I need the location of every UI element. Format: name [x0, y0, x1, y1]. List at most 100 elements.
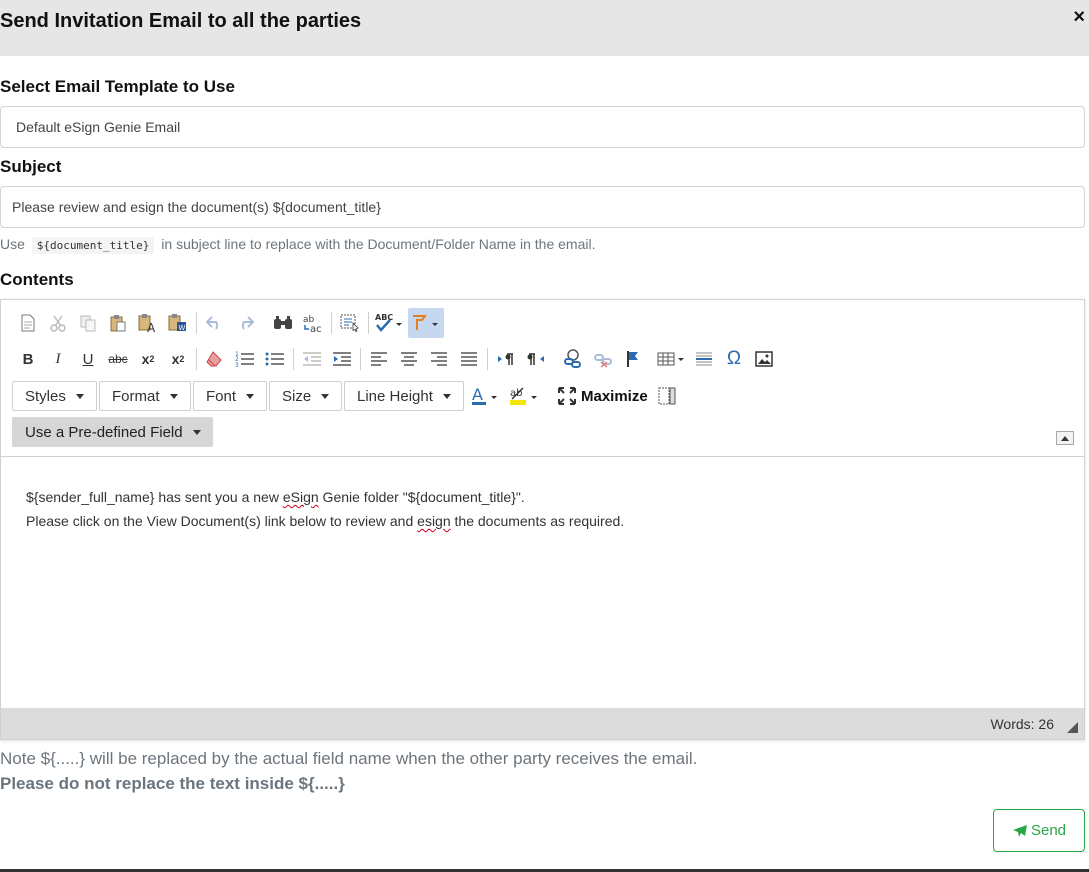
table-icon[interactable] [655, 344, 689, 374]
special-char-icon[interactable]: Ω [719, 344, 749, 374]
subscript-icon[interactable]: x2 [133, 344, 163, 374]
size-dropdown[interactable]: Size [269, 381, 343, 411]
misspelled-word: esign [417, 513, 451, 529]
misspelled-word: eSign [282, 489, 319, 505]
send-button[interactable]: Send [993, 809, 1085, 852]
svg-text:A: A [472, 385, 483, 404]
close-icon[interactable]: × [1073, 6, 1085, 29]
justify-icon[interactable] [454, 344, 484, 374]
bulleted-list-icon[interactable] [260, 344, 290, 374]
content-line-2: Please click on the View Document(s) lin… [26, 509, 1059, 533]
unlink-icon[interactable] [588, 344, 618, 374]
paste-icon[interactable] [103, 308, 133, 338]
template-label: Select Email Template to Use [0, 77, 235, 96]
bold-icon[interactable]: B [13, 344, 43, 374]
chevron-down-icon [321, 393, 330, 399]
modal-title: Send Invitation Email to all the parties [0, 10, 362, 32]
find-icon[interactable] [268, 308, 298, 338]
underline-icon[interactable]: U [73, 344, 103, 374]
format-label: Format [112, 387, 160, 405]
ltr-icon[interactable] [491, 344, 521, 374]
paste-text-icon[interactable]: A [133, 308, 163, 338]
styles-label: Styles [25, 387, 66, 405]
toolbar-separator [368, 312, 369, 334]
subject-label: Subject [0, 157, 62, 176]
toolbar-separator [293, 348, 294, 370]
select-all-icon[interactable] [335, 308, 365, 338]
word-count: Words: 26 [990, 716, 1054, 732]
remove-format-icon[interactable] [200, 344, 230, 374]
maximize-icon [558, 387, 576, 405]
spellcheck-icon[interactable]: ABC [372, 308, 408, 338]
maximize-button[interactable]: Maximize [557, 381, 648, 411]
superscript-icon[interactable]: x2 [163, 344, 193, 374]
content-text: the documents as required. [450, 513, 625, 529]
rich-text-editor: A W ab ac ABC B I U abc x 2 x 2 1 2 3 Ω … [0, 299, 1085, 740]
maximize-label: Maximize [581, 387, 648, 405]
text-color-icon[interactable]: A [470, 381, 502, 411]
align-center-icon[interactable] [394, 344, 424, 374]
editor-toolbar: A W ab ac ABC B I U abc x 2 x 2 1 2 3 Ω … [1, 300, 1084, 457]
collapse-toolbar-button[interactable] [1056, 431, 1074, 445]
toolbar-separator [331, 312, 332, 334]
chevron-down-icon [169, 393, 178, 399]
paste-word-icon[interactable]: W [163, 308, 193, 338]
rtl-icon[interactable] [521, 344, 551, 374]
image-icon[interactable] [749, 344, 779, 374]
chevron-down-icon [75, 393, 84, 399]
chevron-up-icon [1061, 435, 1069, 441]
subject-hint: Use ${document_title} in subject line to… [0, 236, 596, 254]
indent-icon[interactable] [327, 344, 357, 374]
toolbar-separator [360, 348, 361, 370]
modal-header: Send Invitation Email to all the parties… [0, 0, 1089, 56]
replace-icon[interactable]: ab ac [298, 308, 328, 338]
copy-icon[interactable] [73, 308, 103, 338]
template-select[interactable]: Default eSign Genie Email [0, 106, 1085, 148]
editor-content[interactable]: ${sender_full_name} has sent you a new e… [1, 457, 1084, 708]
toolbar-separator [196, 312, 197, 334]
redo-icon[interactable] [230, 308, 260, 338]
toolbar-separator [651, 348, 652, 370]
scayt-icon[interactable] [408, 308, 444, 338]
content-line-1: ${sender_full_name} has sent you a new e… [26, 485, 1059, 509]
toolbar-separator [554, 348, 555, 370]
outdent-icon[interactable] [297, 344, 327, 374]
italic-icon[interactable]: I [43, 344, 73, 374]
anchor-icon[interactable] [618, 344, 648, 374]
svg-text:3: 3 [235, 362, 239, 368]
link-icon[interactable] [558, 344, 588, 374]
content-text: ${sender_full_name} has sent you a new [26, 489, 283, 505]
toolbar-separator [196, 348, 197, 370]
content-text: Genie folder "${document_title}". [318, 489, 525, 505]
horizontal-line-icon[interactable] [689, 344, 719, 374]
send-icon [1012, 824, 1027, 837]
cut-icon[interactable] [43, 308, 73, 338]
align-left-icon[interactable] [364, 344, 394, 374]
show-blocks-icon[interactable] [657, 381, 677, 411]
numbered-list-icon[interactable]: 123 [230, 344, 260, 374]
format-dropdown[interactable]: Format [99, 381, 191, 411]
contents-label: Contents [0, 270, 74, 289]
bg-color-icon[interactable]: ab [509, 381, 541, 411]
chevron-down-icon [192, 429, 201, 435]
svg-text:A: A [147, 321, 156, 333]
toolbar-row-1: A W ab ac ABC [13, 308, 444, 338]
new-page-icon[interactable] [13, 308, 43, 338]
note-text: Note ${.....} will be replaced by the ac… [0, 749, 698, 768]
align-right-icon[interactable] [424, 344, 454, 374]
hint-text-before: Use [0, 236, 25, 252]
subject-input[interactable]: Please review and esign the document(s) … [0, 186, 1085, 228]
undo-icon[interactable] [200, 308, 230, 338]
font-label: Font [206, 387, 237, 405]
predefined-field-label: Use a Pre-defined Field [25, 423, 183, 441]
hint-code: ${document_title} [31, 237, 155, 254]
predefined-field-dropdown[interactable]: Use a Pre-defined Field [12, 417, 213, 447]
size-label: Size [282, 387, 312, 405]
toolbar-separator [487, 348, 488, 370]
line-height-dropdown[interactable]: Line Height [344, 381, 464, 411]
svg-text:W: W [179, 324, 186, 332]
styles-dropdown[interactable]: Styles [12, 381, 97, 411]
resize-handle-icon[interactable] [1067, 722, 1078, 733]
font-dropdown[interactable]: Font [193, 381, 268, 411]
strikethrough-icon[interactable]: abc [103, 344, 133, 374]
